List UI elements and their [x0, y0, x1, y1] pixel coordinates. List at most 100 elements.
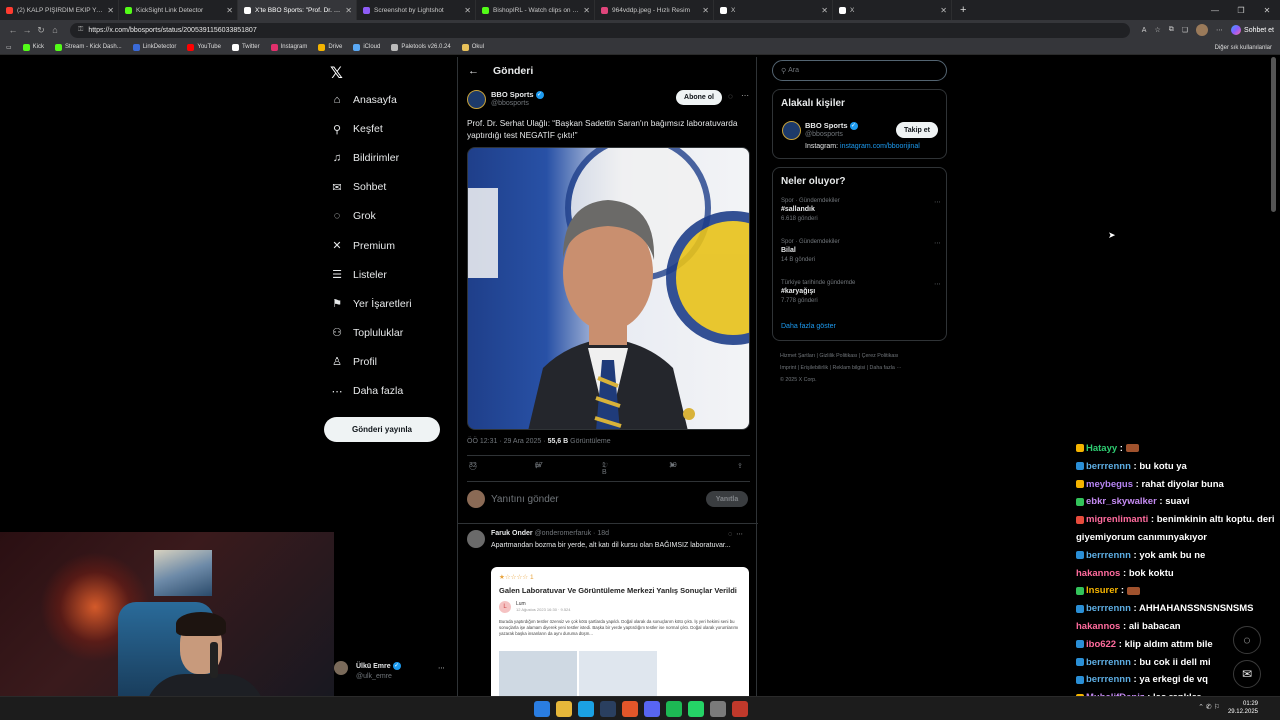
chat-username[interactable]: berrrennn — [1086, 674, 1131, 685]
chat-username[interactable]: hakannos — [1076, 621, 1120, 632]
sidebar-item[interactable]: ⚲ Keşfet — [330, 119, 383, 139]
file-explorer-icon[interactable] — [556, 701, 572, 717]
edge-icon[interactable] — [578, 701, 594, 717]
sidebar-item[interactable]: ✉ Sohbet — [330, 177, 386, 197]
url-field[interactable]: ⚿ https://x.com/bbosports/status/2005391… — [70, 22, 1130, 38]
sidebar-item[interactable]: ⚇ Topluluklar — [330, 323, 403, 343]
bookmark-item[interactable]: Okul — [461, 43, 484, 51]
tab-close-icon[interactable]: ✕ — [702, 6, 709, 15]
taskbar-clock[interactable]: 01:29 29.12.2025 — [1228, 700, 1258, 716]
chat-username[interactable]: migrenlimanti — [1086, 514, 1148, 525]
reload-icon[interactable]: ↻ — [34, 25, 48, 36]
sidebar-item[interactable]: ✕ Premium — [330, 236, 395, 256]
read-aloud-icon[interactable]: A — [1142, 27, 1147, 34]
trend-item[interactable]: Spor · Gündemdekiler Bilal 14 B gönderi ⋯ — [781, 239, 941, 263]
system-tray[interactable]: ⌃ ✆ ⚐ — [1198, 703, 1220, 711]
chat-username[interactable]: hakannos — [1076, 568, 1120, 579]
chat-username[interactable]: Hatayy — [1086, 443, 1117, 454]
start-icon[interactable] — [534, 701, 550, 717]
share-icon[interactable]: ⇪ — [737, 462, 743, 470]
tab-close-icon[interactable]: ✕ — [345, 6, 352, 15]
reply-author[interactable]: Faruk Onder — [491, 530, 533, 537]
post-more-icon[interactable]: ⋯ — [741, 91, 749, 100]
sidebar-item[interactable]: ⚑ Yer İşaretleri — [330, 294, 412, 314]
show-more-link[interactable]: Daha fazla göster — [781, 323, 836, 330]
trend-more-icon[interactable]: ⋯ — [934, 280, 941, 288]
reply-input[interactable]: Yanıtını gönder — [491, 494, 559, 505]
tab-close-icon[interactable]: ✕ — [226, 6, 233, 15]
browser-tab[interactable]: KickSight Link Detector ✕ — [119, 0, 238, 20]
browser-tab[interactable]: X ✕ — [714, 0, 833, 20]
author-avatar[interactable] — [467, 90, 486, 109]
reply-more-icon[interactable]: ⋯ — [736, 531, 743, 538]
account-switcher[interactable]: Ülkü Emre ✓ @ulk_emre ⋯ — [334, 660, 454, 686]
footer-link[interactable]: Çerez Politikası — [862, 353, 899, 359]
other-bookmarks[interactable]: Diğer sık kullanılanlar — [1215, 40, 1272, 55]
x-logo-icon[interactable]: 𝕏 — [330, 63, 343, 83]
bookmark-item[interactable]: Paletools v26.0.24 — [391, 43, 451, 51]
browser-tab[interactable]: 964vddp.jpeg - Hızlı Resim ✕ — [595, 0, 714, 20]
grok-float-icon[interactable]: ◌ — [1233, 626, 1261, 654]
related-name[interactable]: BBO Sports ✓ — [805, 121, 858, 131]
extensions-icon[interactable]: ⧉ — [1169, 26, 1174, 34]
chat-username[interactable]: meybegus — [1086, 479, 1133, 490]
bookmark-item[interactable]: Stream - Kick Dash... — [55, 43, 122, 51]
new-tab-icon[interactable]: + — [960, 4, 966, 16]
bookmark-item[interactable]: iCloud — [353, 43, 380, 51]
trend-item[interactable]: Spor · Gündemdekiler #sallandık 6.618 gönd… — [781, 198, 941, 222]
minimize-icon[interactable]: — — [1202, 6, 1228, 15]
chat-username[interactable]: berrrennn — [1086, 657, 1131, 668]
tab-close-icon[interactable]: ✕ — [821, 6, 828, 15]
account-more-icon[interactable]: ⋯ — [438, 664, 445, 672]
tab-close-icon[interactable]: ✕ — [583, 6, 590, 15]
steam-icon[interactable] — [600, 701, 616, 717]
reply-avatar[interactable] — [467, 530, 485, 548]
spotify-icon[interactable] — [666, 701, 682, 717]
trend-more-icon[interactable]: ⋯ — [934, 239, 941, 247]
trend-more-icon[interactable]: ⋯ — [934, 198, 941, 206]
bookmark-item[interactable]: Twitter — [231, 43, 260, 51]
sidebar-item[interactable]: ☰ Listeler — [330, 265, 387, 285]
trend-item[interactable]: Türkiye tarihinde gündemde #karyağışı 7.77… — [781, 280, 941, 304]
favorite-star-icon[interactable]: ☆ — [1154, 26, 1160, 34]
maximize-icon[interactable]: ❐ — [1228, 6, 1254, 15]
footer-link[interactable]: Imprint — [780, 365, 796, 371]
sidebar-item[interactable]: ♙ Profil — [330, 352, 377, 372]
chat-username[interactable]: ebkr_skywalker — [1086, 496, 1157, 507]
post-button[interactable]: Gönderi yayınla — [324, 417, 440, 442]
author-name[interactable]: BBO Sports ✓ — [491, 90, 544, 100]
search-input[interactable]: ⚲ Ara — [772, 60, 947, 81]
bookmark-item[interactable]: Instagram — [270, 43, 307, 51]
chat-username[interactable]: Insurer — [1086, 585, 1118, 596]
related-avatar[interactable] — [782, 121, 801, 140]
bookmark-item[interactable]: Drive — [318, 43, 342, 51]
grok-icon[interactable]: ◌ — [728, 531, 732, 538]
browser-tab[interactable]: X ✕ — [833, 0, 952, 20]
bookmark-item[interactable]: Kick — [22, 43, 44, 51]
collections-icon[interactable]: ❏ — [1182, 26, 1188, 34]
copilot-button[interactable]: Sohbet et — [1231, 25, 1274, 35]
footer-link[interactable]: © 2025 X Corp. — [780, 377, 817, 383]
footer-link[interactable]: Hizmet Şartları — [780, 353, 815, 359]
page-scrollbar[interactable] — [1271, 57, 1276, 212]
chat-username[interactable]: berrrennn — [1086, 603, 1131, 614]
related-handle[interactable]: @bbosports — [805, 131, 843, 138]
app-icon[interactable] — [732, 701, 748, 717]
discord-icon[interactable] — [644, 701, 660, 717]
profile-avatar[interactable] — [1196, 24, 1209, 36]
bookmarks-folder-icon[interactable]: ▭ — [6, 44, 12, 51]
post-image[interactable] — [467, 147, 750, 430]
sidebar-item[interactable]: ⋯ Daha fazla — [330, 381, 404, 401]
author-handle[interactable]: @bbosports — [491, 100, 529, 107]
footer-link[interactable]: Erişilebilirlik — [801, 365, 829, 371]
obs-icon[interactable] — [622, 701, 638, 717]
tab-close-icon[interactable]: ✕ — [107, 6, 114, 15]
app-icon[interactable] — [710, 701, 726, 717]
footer-link[interactable]: Daha fazla ··· — [870, 365, 902, 371]
grok-icon[interactable]: ◌ — [728, 92, 733, 101]
browser-tab[interactable]: X'te BBO Sports: "Prof. Dr. Serhat✕ — [238, 0, 357, 20]
bookmark-item[interactable]: YouTube — [187, 43, 221, 51]
messages-float-icon[interactable]: ✉ — [1233, 660, 1261, 688]
tab-close-icon[interactable]: ✕ — [464, 6, 471, 15]
forward-icon[interactable]: → — [20, 25, 34, 35]
